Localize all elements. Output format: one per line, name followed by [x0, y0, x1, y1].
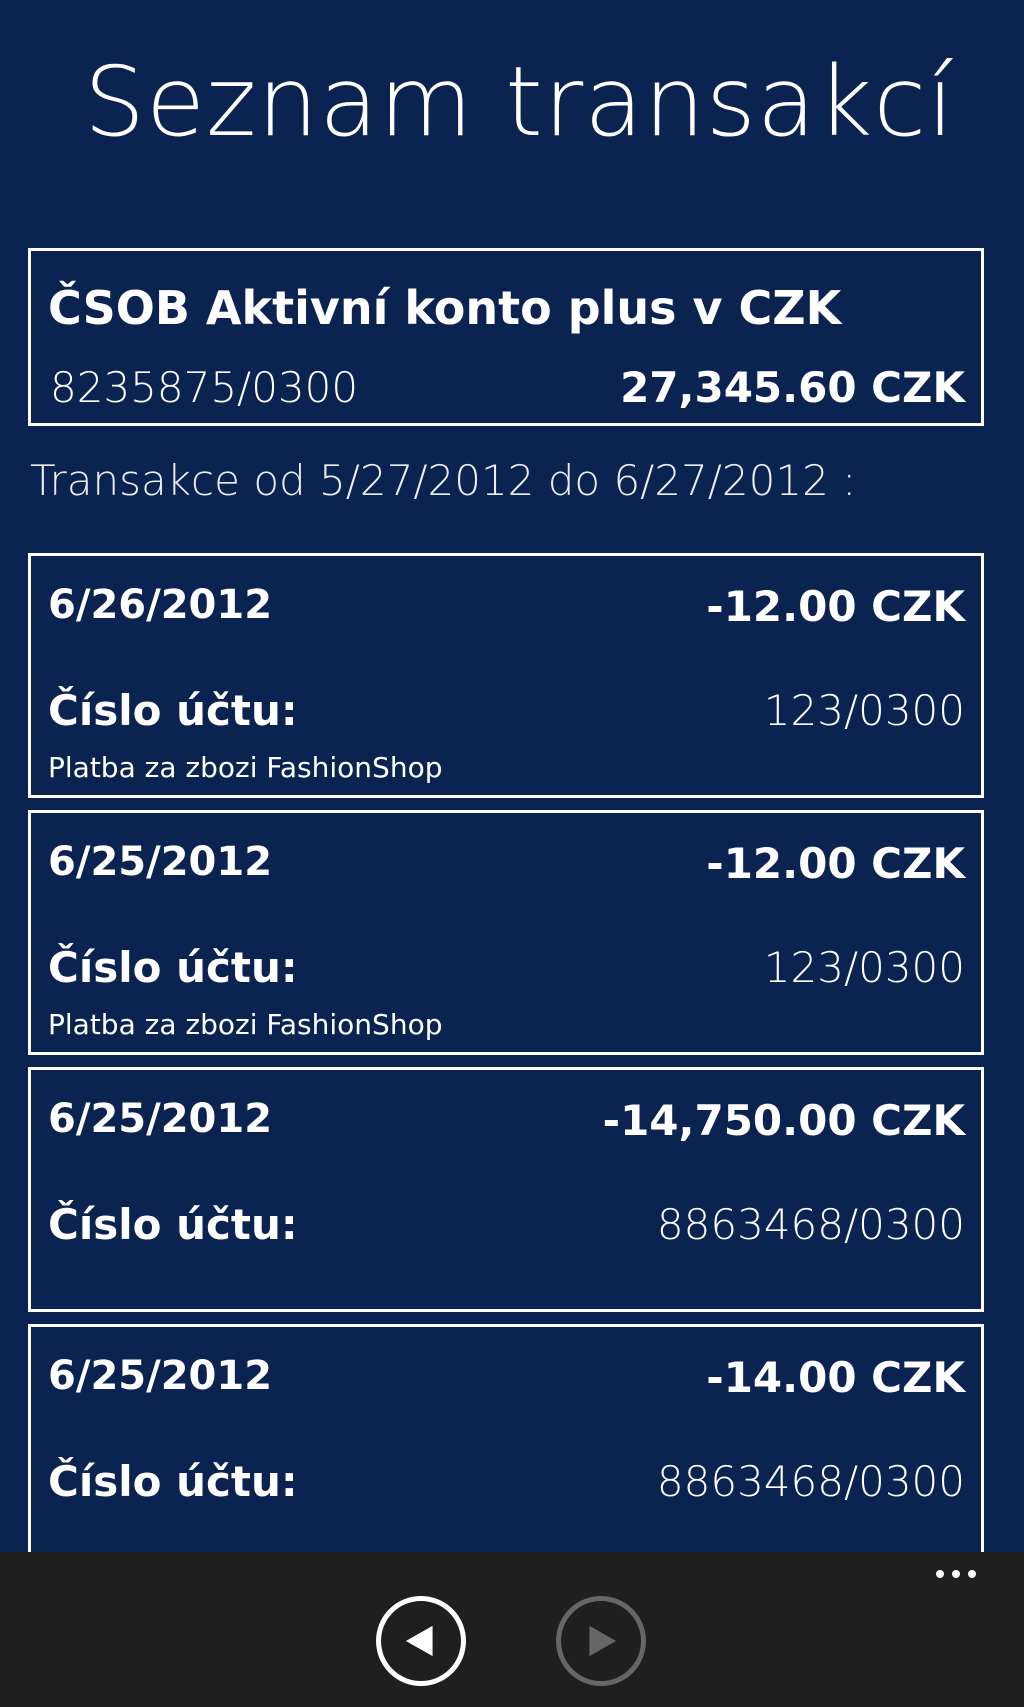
transaction-amount: -14,750.00 CZK [602, 1096, 965, 1145]
transaction-account-number: 123/0300 [763, 943, 965, 992]
transaction-date: 6/25/2012 [48, 1353, 273, 1399]
transaction-item[interactable]: 6/25/2012 -14,750.00 CZK Číslo účtu: 886… [28, 1067, 984, 1312]
arrow-left-icon [405, 1625, 433, 1657]
transaction-item[interactable]: 6/26/2012 -12.00 CZK Číslo účtu: 123/030… [28, 553, 984, 798]
dot [936, 1570, 944, 1578]
account-card: ČSOB Aktivní konto plus v CZK 8235875/03… [28, 248, 984, 426]
page-title: Seznam transakcí [84, 46, 955, 158]
previous-page-button[interactable] [376, 1596, 466, 1686]
arrow-right-icon [589, 1625, 617, 1657]
transaction-account-label: Číslo účtu: [48, 686, 298, 735]
transaction-date: 6/26/2012 [48, 582, 273, 628]
dot [952, 1570, 960, 1578]
account-balance: 27,345.60 CZK [620, 363, 965, 412]
transaction-account-label: Číslo účtu: [48, 1457, 298, 1506]
transaction-note: Platba za zbozi FashionShop [48, 751, 443, 784]
more-dots-icon[interactable] [936, 1570, 976, 1578]
transaction-amount: -14.00 CZK [706, 1353, 965, 1402]
transaction-amount: -12.00 CZK [706, 839, 965, 888]
transaction-item[interactable]: 6/25/2012 -12.00 CZK Číslo účtu: 123/030… [28, 810, 984, 1055]
transaction-date: 6/25/2012 [48, 839, 273, 885]
transaction-range-label: Transakce od 5/27/2012 do 6/27/2012 : [30, 456, 857, 505]
transaction-note: Platba za zbozi FashionShop [48, 1008, 443, 1041]
transaction-list: 6/26/2012 -12.00 CZK Číslo účtu: 123/030… [28, 553, 984, 1581]
dot [968, 1570, 976, 1578]
next-page-button[interactable] [556, 1596, 646, 1686]
transaction-account-number: 8863468/0300 [656, 1457, 965, 1506]
transaction-amount: -12.00 CZK [706, 582, 965, 631]
account-name: ČSOB Aktivní konto plus v CZK [48, 281, 842, 335]
app-bar [0, 1552, 1024, 1707]
account-number: 8235875/0300 [50, 363, 359, 412]
transaction-account-number: 8863468/0300 [656, 1200, 965, 1249]
transaction-account-label: Číslo účtu: [48, 1200, 298, 1249]
transaction-date: 6/25/2012 [48, 1096, 273, 1142]
transaction-item[interactable]: 6/25/2012 -14.00 CZK Číslo účtu: 8863468… [28, 1324, 984, 1569]
transaction-account-number: 123/0300 [763, 686, 965, 735]
transaction-account-label: Číslo účtu: [48, 943, 298, 992]
